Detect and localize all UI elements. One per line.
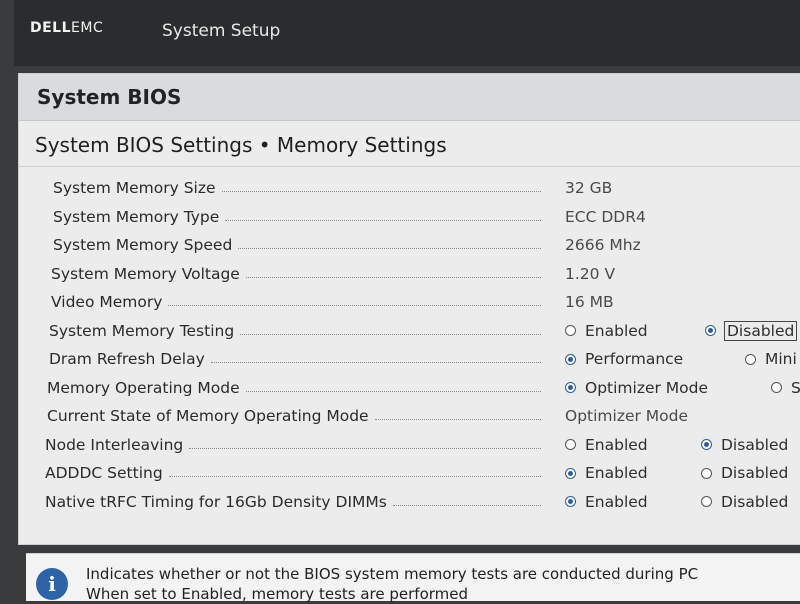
top-bar: DELLEMC System Setup	[14, 0, 800, 66]
setting-label: Native tRFC Timing for 16Gb Density DIMM…	[45, 492, 387, 511]
radio-option-disabled[interactable]: Disabled	[705, 320, 798, 341]
bios-panel: System BIOS System BIOS Settings • Memor…	[18, 73, 800, 545]
help-text-line-2: When set to Enabled, memory tests are pe…	[86, 585, 469, 603]
radio-selected-icon[interactable]	[565, 496, 576, 508]
dotted-leader	[240, 333, 541, 335]
radio-option-label: Disabled	[721, 464, 789, 483]
radio-option-optimizer-mode[interactable]: Optimizer Mode	[565, 379, 708, 397]
dotted-leader	[189, 447, 541, 449]
radio-option-label: Enabled	[585, 435, 648, 454]
help-panel: i Indicates whether or not the BIOS syst…	[26, 553, 800, 604]
radio-option-enabled[interactable]: Enabled	[565, 493, 648, 511]
radio-selected-icon[interactable]	[565, 467, 576, 479]
setting-label: System Memory Speed	[53, 236, 233, 255]
help-text-line-1: Indicates whether or not the BIOS system…	[86, 565, 699, 583]
radio-option-disabled[interactable]: Disabled	[701, 464, 788, 482]
radio-option-label: Enabled	[585, 321, 648, 340]
setting-value: 16 MB	[565, 293, 614, 312]
dotted-leader	[169, 476, 541, 477]
dell-emc-logo: DELLEMC	[30, 20, 103, 36]
radio-option-label: Disabled	[721, 492, 789, 511]
radio-option-disabled[interactable]: Disabled	[701, 436, 788, 454]
dotted-leader	[246, 276, 541, 278]
radio-option-enabled[interactable]: Enabled	[565, 322, 648, 340]
setting-value: 32 GB	[565, 179, 613, 198]
radio-option-label: Performance	[585, 350, 684, 369]
radio-unselected-icon[interactable]	[565, 325, 576, 337]
radio-option-performance[interactable]: Performance	[565, 350, 683, 368]
dotted-leader	[393, 504, 541, 506]
radio-option-label: Mini	[765, 350, 797, 369]
radio-selected-icon[interactable]	[565, 382, 576, 394]
radio-option-label: S	[791, 378, 800, 397]
setting-label: System Memory Type	[53, 207, 220, 226]
radio-unselected-icon[interactable]	[771, 382, 782, 394]
setting-label: ADDDC Setting	[45, 464, 163, 483]
setting-value: 1.20 V	[565, 264, 616, 283]
radio-option-label: Disabled	[721, 435, 789, 454]
setting-label: Node Interleaving	[45, 435, 184, 454]
radio-selected-icon[interactable]	[705, 325, 716, 337]
setting-row[interactable]: Node Interleaving Enabled Disabled	[19, 431, 800, 460]
section-divider	[19, 166, 800, 167]
radio-selected-icon[interactable]	[701, 439, 712, 451]
logo-suffix: EMC	[71, 20, 104, 36]
settings-list: System Memory Size 32 GB System Memory Typ…	[19, 174, 800, 516]
radio-unselected-icon[interactable]	[701, 467, 712, 479]
setting-label: System Memory Testing	[49, 321, 235, 340]
setting-value: Optimizer Mode	[565, 407, 689, 426]
radio-option-label: Optimizer Mode	[585, 378, 709, 397]
setting-row[interactable]: Current State of Memory Operating Mode Op…	[19, 402, 800, 431]
radio-unselected-icon[interactable]	[565, 439, 576, 451]
radio-option-disabled[interactable]: Disabled	[701, 493, 788, 511]
radio-option-s[interactable]: S	[771, 379, 800, 397]
help-text: Indicates whether or not the BIOS system…	[86, 564, 698, 604]
dotted-leader	[238, 248, 541, 249]
setting-label: System Memory Voltage	[51, 264, 240, 283]
setting-row[interactable]: System Memory Type ECC DDR4	[19, 203, 800, 232]
setting-row[interactable]: System Memory Testing Enabled Disabled	[19, 317, 800, 346]
setting-row[interactable]: System Memory Voltage 1.20 V	[19, 260, 800, 289]
dotted-leader	[222, 191, 541, 192]
panel-header: System BIOS	[19, 74, 800, 121]
radio-option-enabled[interactable]: Enabled	[565, 464, 648, 482]
setting-row[interactable]: Dram Refresh Delay Performance Mini	[19, 345, 800, 374]
setting-value: ECC DDR4	[565, 207, 646, 226]
setting-label: Video Memory	[51, 293, 163, 312]
setting-row[interactable]: ADDDC Setting Enabled Disabled	[19, 459, 800, 488]
logo-brand: DELL	[30, 20, 72, 36]
radio-selected-icon[interactable]	[565, 353, 576, 365]
app-title: System Setup	[162, 21, 281, 41]
radio-option-label: Enabled	[585, 464, 648, 483]
info-icon: i	[36, 568, 68, 600]
setting-label: Current State of Memory Operating Mode	[47, 407, 369, 426]
radio-option-label: Enabled	[585, 492, 648, 511]
setting-row[interactable]: System Memory Speed 2666 Mhz	[19, 231, 800, 260]
setting-row[interactable]: System Memory Size 32 GB	[19, 174, 800, 203]
radio-unselected-icon[interactable]	[701, 496, 712, 508]
setting-row[interactable]: Memory Operating Mode Optimizer Mode S	[19, 374, 800, 403]
radio-unselected-icon[interactable]	[745, 353, 756, 365]
dotted-leader	[225, 219, 541, 221]
setting-label: Memory Operating Mode	[47, 378, 240, 397]
dotted-leader	[375, 419, 541, 420]
radio-option-enabled[interactable]: Enabled	[565, 436, 648, 454]
setting-label: Dram Refresh Delay	[49, 350, 205, 369]
radio-option-mini[interactable]: Mini	[745, 350, 797, 368]
dotted-leader	[246, 390, 541, 392]
dotted-leader	[211, 362, 541, 363]
setting-row[interactable]: Video Memory 16 MB	[19, 288, 800, 317]
dotted-leader	[168, 305, 541, 306]
radio-option-label: Disabled	[723, 320, 798, 341]
section-title: System BIOS Settings • Memory Settings	[35, 133, 447, 157]
setting-row[interactable]: Native tRFC Timing for 16Gb Density DIMM…	[19, 488, 800, 517]
setting-value: 2666 Mhz	[565, 236, 641, 255]
setting-label: System Memory Size	[53, 179, 216, 198]
panel-title: System BIOS	[37, 85, 182, 109]
